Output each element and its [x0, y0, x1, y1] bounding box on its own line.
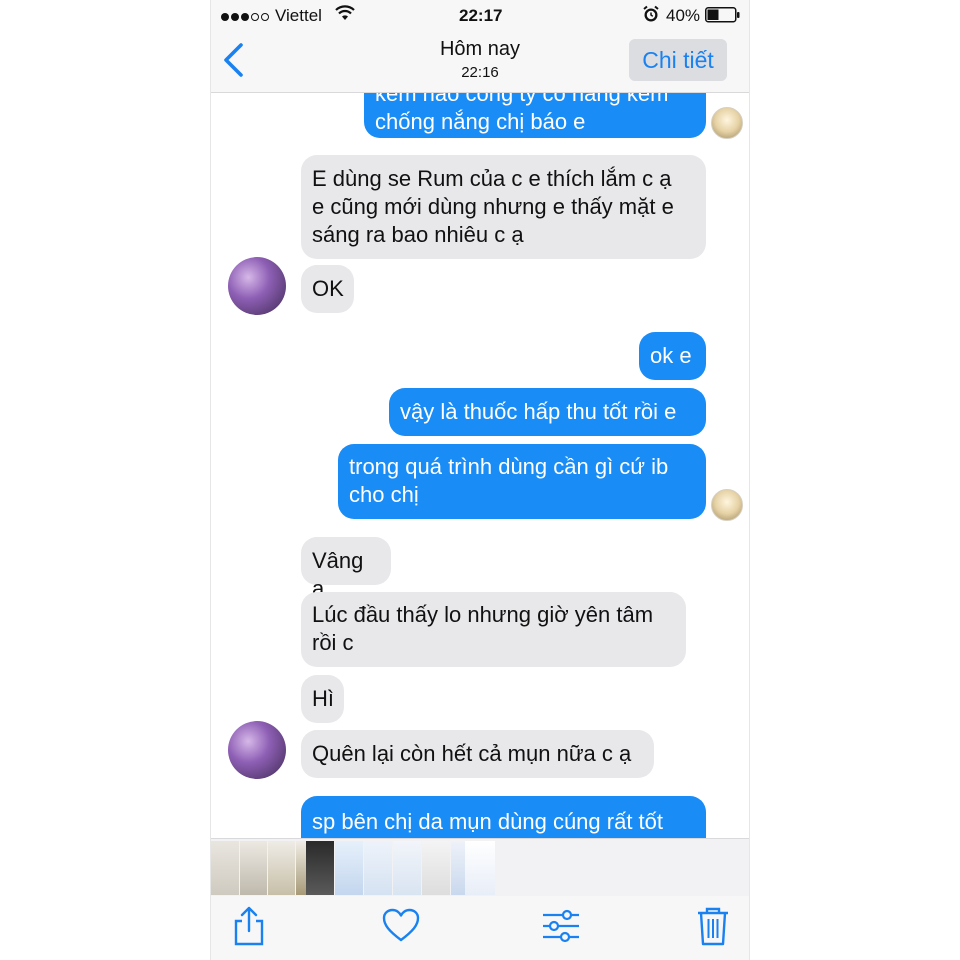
nav-bar: Hôm nay 22:16 Chi tiết — [211, 30, 749, 93]
carrier-label: Viettel — [275, 6, 322, 25]
message-list[interactable]: kem nào công ty có hàng kem chống nắng c… — [211, 92, 749, 838]
photo-thumbnail[interactable] — [422, 841, 450, 895]
message-bubble[interactable]: E dùng se Rum của c e thích lắm c ạ e cũ… — [301, 155, 706, 259]
clock-label: 22:17 — [459, 6, 503, 25]
signal-icon — [221, 6, 271, 26]
photo-thumbnail[interactable] — [240, 841, 267, 895]
photo-strip[interactable] — [211, 838, 749, 897]
message-bubble[interactable]: OK — [301, 265, 354, 313]
message-bubble[interactable]: Hì — [301, 675, 344, 723]
message-bubble[interactable]: vậy là thuốc hấp thu tốt rồi e — [389, 388, 706, 436]
photo-thumbnail[interactable] — [268, 841, 295, 895]
message-bubble[interactable]: ok e — [639, 332, 706, 380]
avatar — [711, 107, 743, 139]
photo-thumbnail[interactable] — [211, 841, 239, 895]
heart-icon[interactable] — [379, 904, 423, 948]
battery-icon — [705, 7, 741, 28]
avatar — [228, 257, 286, 315]
bottom-toolbar — [211, 896, 749, 960]
avatar — [228, 721, 286, 779]
phone-screen: Viettel 22:17 40% Hôm nay 22:16 Chi tiết… — [210, 0, 750, 960]
photo-thumbnail[interactable] — [335, 841, 363, 895]
wifi-icon — [335, 4, 355, 27]
message-bubble[interactable]: kem nào công ty có hàng kem chống nắng c… — [364, 92, 706, 138]
adjust-icon[interactable] — [539, 904, 583, 948]
photo-thumbnail[interactable] — [306, 841, 334, 895]
alarm-icon — [642, 5, 660, 28]
message-bubble[interactable]: trong quá trình dùng cần gì cứ ib cho ch… — [338, 444, 706, 519]
message-bubble[interactable]: Quên lại còn hết cả mụn nữa c ạ — [301, 730, 654, 778]
photo-thumbnail[interactable] — [465, 841, 495, 895]
message-bubble[interactable]: Lúc đầu thấy lo nhưng giờ yên tâm rồi c — [301, 592, 686, 667]
photo-thumbnail[interactable] — [364, 841, 392, 895]
avatar — [711, 489, 743, 521]
status-bar: Viettel 22:17 40% — [211, 0, 749, 30]
photo-thumbnail[interactable] — [393, 841, 421, 895]
share-icon[interactable] — [227, 904, 271, 948]
trash-icon[interactable] — [691, 904, 735, 948]
battery-percent: 40% — [666, 6, 701, 25]
message-bubble[interactable]: sp bên chị da mụn dùng cúng rất tốt — [301, 796, 706, 838]
message-bubble[interactable]: Vâng ạ — [301, 537, 391, 601]
details-button[interactable]: Chi tiết — [629, 39, 727, 81]
